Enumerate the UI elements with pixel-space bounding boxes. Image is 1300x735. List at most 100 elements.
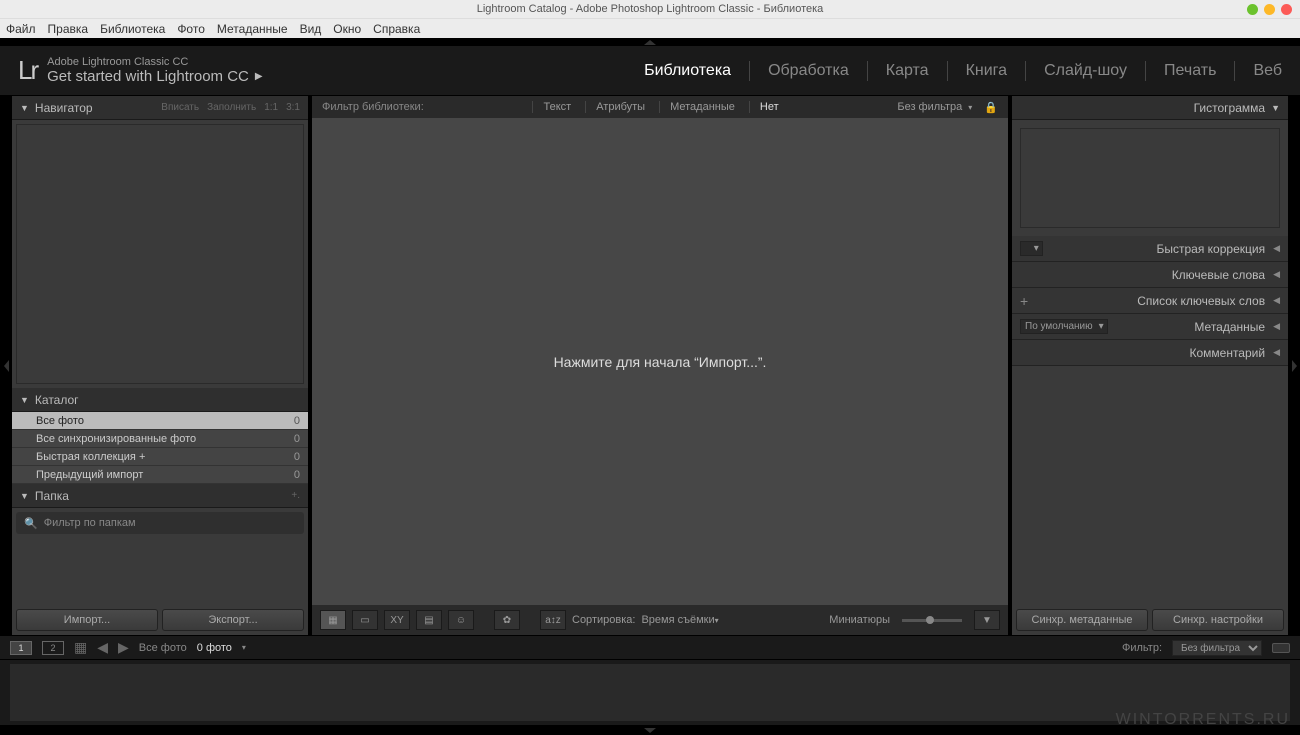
lr-logo: Lr [18,55,37,86]
keywording-header[interactable]: Ключевые слова◀ [1012,262,1288,288]
filmstrip-content [10,664,1290,721]
breadcrumb[interactable]: Все фото [139,642,187,654]
screen-1[interactable]: 1 [10,641,32,655]
chevron-down-icon: ▼ [20,395,29,405]
comments-header[interactable]: Комментарий◀ [1012,340,1288,366]
import-button[interactable]: Импорт... [16,609,158,631]
navigator-zoom-opts: Вписать Заполнить 1:1 3:1 [161,102,300,113]
sync-metadata-button[interactable]: Синхр. метаданные [1016,609,1148,631]
chevron-left-icon: ◀ [1273,321,1280,332]
add-folder-icon[interactable]: +. [291,490,300,501]
toolbar-menu-icon[interactable]: ▼ [974,610,1000,630]
menu-window[interactable]: Окно [333,22,361,36]
grid-view[interactable]: Нажмите для начала “Импорт...”. [312,118,1008,605]
left-panel-toggle[interactable] [0,96,12,635]
close-button[interactable] [1281,4,1292,15]
folder-filter-input[interactable]: 🔍 Фильтр по папкам [16,512,304,534]
filmstrip-bar: 1 2 ▦ ◀ ▶ Все фото 0 фото ▾ Фильтр: Без … [0,636,1300,660]
filter-tab-attr[interactable]: Атрибуты [585,101,655,113]
filter-tab-none[interactable]: Нет [749,101,789,113]
histogram-header[interactable]: Гистограмма ▼ [1012,96,1288,120]
menu-library[interactable]: Библиотека [100,22,165,36]
window-title: Lightroom Catalog - Adobe Photoshop Ligh… [0,3,1300,15]
menu-edit[interactable]: Правка [48,22,89,36]
lock-icon[interactable]: 🔒 [984,101,998,114]
view-loupe-icon[interactable]: ▭ [352,610,378,630]
metadata-preset-select[interactable]: По умолчанию [1020,319,1108,334]
catalog-row-quick[interactable]: Быстрая коллекция +0 [12,448,308,466]
search-icon: 🔍 [24,517,38,530]
menu-metadata[interactable]: Метаданные [217,22,288,36]
catalog-title: Каталог [35,393,79,407]
painter-icon[interactable]: ✿ [494,610,520,630]
catalog-row-synced[interactable]: Все синхронизированные фото0 [12,430,308,448]
bottom-panel-toggle[interactable] [0,725,1300,735]
view-compare-icon[interactable]: XY [384,610,410,630]
sync-settings-button[interactable]: Синхр. настройки [1152,609,1284,631]
minimize-button[interactable] [1247,4,1258,15]
sort-direction-icon[interactable]: a↕z [540,610,566,630]
catalog-header[interactable]: ▼ Каталог [12,388,308,412]
chevron-left-icon: ◀ [1273,269,1280,280]
filter-switch-icon[interactable] [1272,643,1290,653]
nav-fwd-icon[interactable]: ▶ [118,639,129,656]
filmstrip-filter-select[interactable]: Без фильтра [1172,640,1262,656]
menu-view[interactable]: Вид [300,22,322,36]
module-slideshow[interactable]: Слайд-шоу [1044,62,1127,80]
screen-2[interactable]: 2 [42,641,64,655]
play-icon: ▶ [255,71,263,82]
right-panel: Гистограмма ▼ Быстрая коррекция◀ Ключевы… [1012,96,1288,635]
menubar: Файл Правка Библиотека Фото Метаданные В… [0,18,1300,38]
thumbnail-size-slider[interactable] [902,619,962,622]
view-grid-icon[interactable]: ▦ [320,610,346,630]
histogram-title: Гистограмма [1194,101,1265,115]
sort-select[interactable]: Время съёмки▾ [641,614,718,626]
filter-tab-text[interactable]: Текст [532,101,581,113]
zoom-1-1[interactable]: 1:1 [264,102,278,113]
zoom-fill[interactable]: Заполнить [207,102,256,113]
chevron-down-icon: ▼ [20,103,29,113]
catalog-row-prev-import[interactable]: Предыдущий импорт0 [12,466,308,484]
histogram-body [1020,128,1280,228]
brand-line1: Adobe Lightroom Classic CC [47,56,262,68]
quick-develop-header[interactable]: Быстрая коррекция◀ [1012,236,1288,262]
catalog-row-all[interactable]: Все фото0 [12,412,308,430]
grid-icon[interactable]: ▦ [74,639,87,656]
chevron-left-icon: ◀ [1273,243,1280,254]
zoom-fit[interactable]: Вписать [161,102,199,113]
filmstrip: 1 2 ▦ ◀ ▶ Все фото 0 фото ▾ Фильтр: Без … [0,635,1300,725]
module-picker: Библиотека Обработка Карта Книга Слайд-ш… [644,61,1282,81]
keyword-list-header[interactable]: + Список ключевых слов◀ [1012,288,1288,314]
module-map[interactable]: Карта [886,62,929,80]
folders-header[interactable]: ▼ Папка +. [12,484,308,508]
right-panel-toggle[interactable] [1288,96,1300,635]
plus-icon[interactable]: + [1020,293,1028,309]
filter-preset-select[interactable]: Без фильтра [897,101,962,113]
photo-count: 0 фото [197,642,232,654]
menu-file[interactable]: Файл [6,22,36,36]
titlebar: Lightroom Catalog - Adobe Photoshop Ligh… [0,0,1300,18]
nav-back-icon[interactable]: ◀ [97,639,108,656]
navigator-header[interactable]: ▼ Навигатор Вписать Заполнить 1:1 3:1 [12,96,308,120]
view-people-icon[interactable]: ☺ [448,610,474,630]
zoom-3-1[interactable]: 3:1 [286,102,300,113]
top-panel-toggle[interactable] [0,38,1300,46]
brand-line2[interactable]: Get started with Lightroom CC [47,68,249,85]
chevron-left-icon: ◀ [1273,347,1280,358]
export-button[interactable]: Экспорт... [162,609,304,631]
module-library[interactable]: Библиотека [644,62,731,80]
module-print[interactable]: Печать [1164,62,1216,80]
view-survey-icon[interactable]: ▤ [416,610,442,630]
quick-develop-preset[interactable] [1020,241,1043,256]
maximize-button[interactable] [1264,4,1275,15]
module-book[interactable]: Книга [966,62,1007,80]
module-web[interactable]: Веб [1253,62,1282,80]
filter-tab-meta[interactable]: Метаданные [659,101,745,113]
menu-photo[interactable]: Фото [177,22,205,36]
metadata-header[interactable]: По умолчанию Метаданные◀ [1012,314,1288,340]
menu-help[interactable]: Справка [373,22,420,36]
thumb-label: Миниатюры [829,614,890,626]
identity-plate: Lr Adobe Lightroom Classic CC Get starte… [0,46,1300,96]
navigator-title: Навигатор [35,101,93,115]
module-develop[interactable]: Обработка [768,62,849,80]
